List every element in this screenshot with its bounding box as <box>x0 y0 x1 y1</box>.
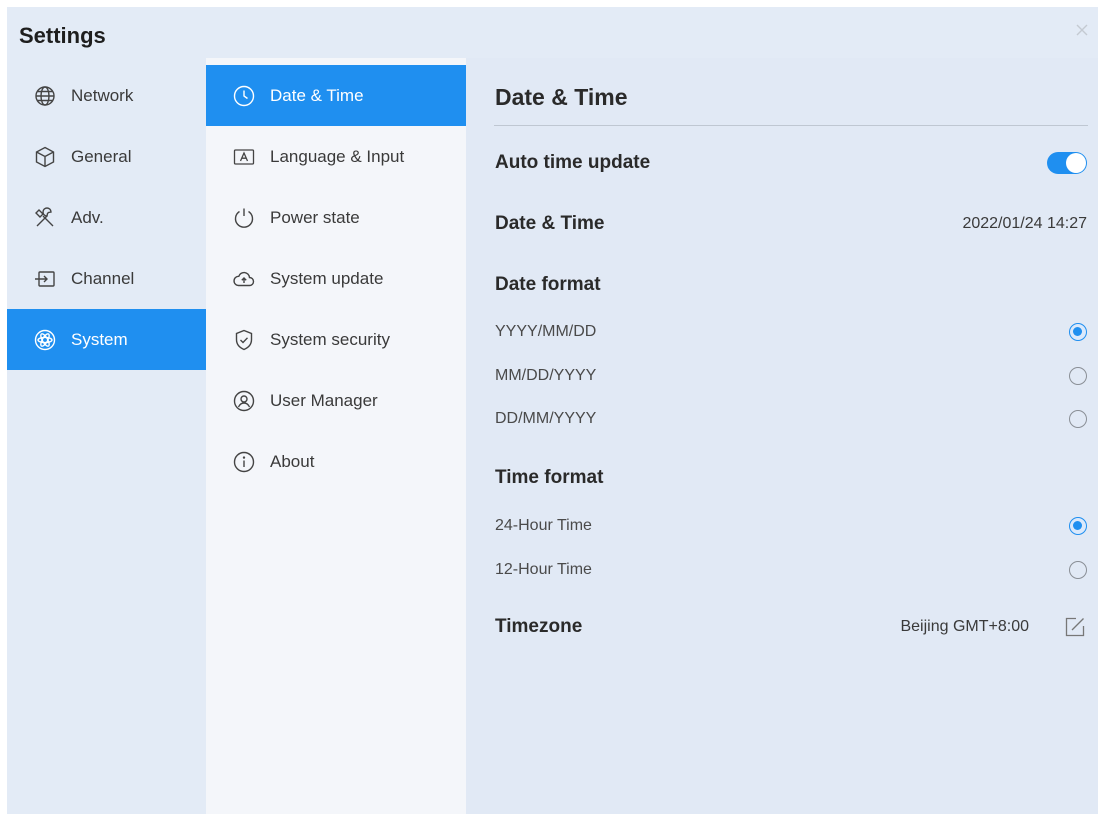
subnav-item-system-security[interactable]: System security <box>206 309 466 370</box>
date-format-option[interactable]: YYYY/MM/DD <box>495 319 1087 345</box>
time-format-radio[interactable] <box>1069 561 1087 579</box>
category-item-general[interactable]: General <box>7 126 206 187</box>
subnav-item-user-manager[interactable]: User Manager <box>206 370 466 431</box>
date-time-label: Date & Time <box>495 213 605 234</box>
timezone-row: Timezone Beijing GMT+8:00 <box>495 612 1087 642</box>
subnav-label: System update <box>270 268 384 288</box>
date-format-heading-row: Date format <box>495 270 1087 300</box>
globe-icon <box>33 84 57 108</box>
category-label: Network <box>71 85 134 105</box>
auto-time-update-toggle[interactable] <box>1047 152 1087 174</box>
panel-title: Date & Time <box>495 84 628 110</box>
category-label: General <box>71 146 132 166</box>
subnav-item-language-input[interactable]: Language & Input <box>206 126 466 187</box>
time-format-radio[interactable] <box>1069 517 1087 535</box>
time-format-option[interactable]: 24-Hour Time <box>495 513 1087 539</box>
category-label: System <box>71 329 128 349</box>
date-format-label: Date format <box>495 274 601 295</box>
subnav-item-date-time[interactable]: Date & Time <box>206 65 466 126</box>
date-time-value: 2022/01/24 14:27 <box>962 215 1087 232</box>
subnav-label: About <box>270 451 315 471</box>
window-title: Settings <box>19 23 106 48</box>
timezone-label: Timezone <box>495 616 583 637</box>
time-format-option-label: 24-Hour Time <box>495 517 592 534</box>
date-format-option-label: MM/DD/YYYY <box>495 367 597 384</box>
time-format-label: Time format <box>495 467 604 488</box>
date-format-option[interactable]: DD/MM/YYYY <box>495 406 1087 432</box>
title-bar: Settings <box>7 7 1098 57</box>
subnav-item-about[interactable]: About <box>206 431 466 492</box>
category-label: Channel <box>71 268 135 288</box>
category-item-adv[interactable]: Adv. <box>7 187 206 248</box>
cube-icon <box>33 145 57 169</box>
cloud-upload-icon <box>232 267 256 291</box>
input-source-icon <box>33 267 57 291</box>
category-label: Adv. <box>71 207 104 227</box>
info-icon <box>232 450 256 474</box>
atom-icon <box>33 328 57 352</box>
system-subnav: Date & Time Language & Input Power state… <box>206 58 466 814</box>
panel-divider <box>494 125 1088 126</box>
date-format-option[interactable]: MM/DD/YYYY <box>495 363 1087 389</box>
edit-icon[interactable] <box>1063 615 1087 639</box>
subnav-label: User Manager <box>270 390 378 410</box>
power-icon <box>232 206 256 230</box>
auto-time-update-row: Auto time update <box>495 148 1087 178</box>
keyboard-letter-icon <box>232 145 256 169</box>
subnav-label: Date & Time <box>270 85 364 105</box>
category-sidebar: Network General Adv. Channel System <box>7 58 206 814</box>
date-format-option-label: YYYY/MM/DD <box>495 323 597 340</box>
date-format-radio[interactable] <box>1069 323 1087 341</box>
timezone-value-group: Beijing GMT+8:00 <box>900 615 1087 639</box>
user-icon <box>232 389 256 413</box>
timezone-value: Beijing GMT+8:00 <box>900 618 1029 635</box>
subnav-item-power-state[interactable]: Power state <box>206 187 466 248</box>
date-time-panel: Date & Time Auto time update Date & Time… <box>466 58 1098 814</box>
toggle-knob <box>1066 153 1086 173</box>
subnav-label: System security <box>270 329 390 349</box>
date-format-radio[interactable] <box>1069 410 1087 428</box>
date-time-row[interactable]: Date & Time 2022/01/24 14:27 <box>495 209 1087 239</box>
time-format-option[interactable]: 12-Hour Time <box>495 557 1087 583</box>
close-icon[interactable] <box>1072 20 1092 40</box>
subnav-item-system-update[interactable]: System update <box>206 248 466 309</box>
tools-icon <box>33 206 57 230</box>
time-format-option-label: 12-Hour Time <box>495 561 592 578</box>
category-item-system[interactable]: System <box>7 309 206 370</box>
category-item-network[interactable]: Network <box>7 65 206 126</box>
subnav-label: Power state <box>270 207 360 227</box>
auto-time-update-label: Auto time update <box>495 152 651 173</box>
category-item-channel[interactable]: Channel <box>7 248 206 309</box>
clock-icon <box>232 84 256 108</box>
shield-check-icon <box>232 328 256 352</box>
time-format-heading-row: Time format <box>495 463 1087 493</box>
date-format-option-label: DD/MM/YYYY <box>495 410 597 427</box>
subnav-label: Language & Input <box>270 146 405 166</box>
date-format-radio[interactable] <box>1069 367 1087 385</box>
settings-window: Settings Network General Adv. Channel Sy… <box>7 7 1098 814</box>
